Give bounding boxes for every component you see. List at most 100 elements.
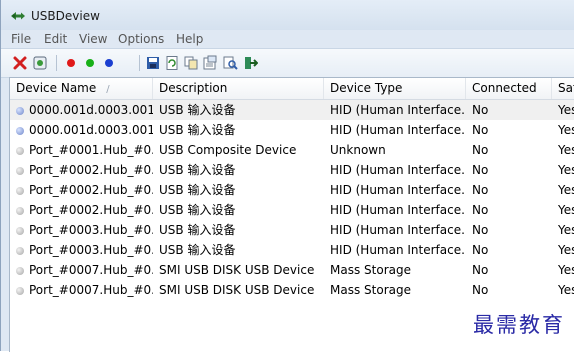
device-name-cell: 0000.001d.0003.001... — [10, 120, 153, 140]
connected-cell: No — [472, 123, 489, 137]
description-cell: USB 输入设备 — [159, 103, 236, 117]
safe-cell: Yes — [558, 263, 574, 277]
device-type-cell: Unknown — [330, 143, 386, 157]
table-row[interactable]: Port_#0007.Hub_#0... SMI USB DISK USB De… — [10, 260, 574, 280]
table-row[interactable]: 0000.001d.0003.001... USB 输入设备 HID (Huma… — [10, 100, 574, 120]
device-status-icon — [16, 267, 24, 275]
table-row[interactable]: Port_#0001.Hub_#0... USB Composite Devic… — [10, 140, 574, 160]
title-bar[interactable]: USBDeview — [1, 0, 574, 30]
refresh-icon[interactable] — [164, 55, 180, 71]
device-name: 0000.001d.0003.001... — [29, 123, 153, 137]
device-name: Port_#0002.Hub_#0... — [29, 203, 153, 217]
column-safe[interactable]: Safe — [552, 78, 574, 99]
safe-cell: Yes — [558, 243, 574, 257]
list-header: Device Name / Description Device Type Con… — [10, 78, 574, 100]
device-name-cell: Port_#0002.Hub_#0... — [10, 180, 153, 200]
menu-bar: File Edit View Options Help — [1, 30, 574, 48]
device-type-cell: HID (Human Interface... — [330, 103, 466, 117]
copy-icon[interactable] — [183, 55, 199, 71]
device-name: Port_#0003.Hub_#0... — [29, 223, 153, 237]
toolbar — [1, 48, 574, 78]
table-row[interactable]: Port_#0002.Hub_#0... USB 输入设备 HID (Human… — [10, 200, 574, 220]
description-cell: USB 输入设备 — [159, 203, 236, 217]
description-cell: USB Composite Device — [159, 143, 297, 157]
save-icon[interactable] — [145, 55, 161, 71]
html-report-icon[interactable] — [202, 55, 218, 71]
table-row[interactable]: 0000.001d.0003.001... USB 输入设备 HID (Huma… — [10, 120, 574, 140]
table-row[interactable]: Port_#0002.Hub_#0... USB 输入设备 HID (Human… — [10, 160, 574, 180]
device-name-cell: 0000.001d.0003.001... — [10, 100, 153, 120]
usb-app-icon — [10, 9, 26, 23]
device-name: Port_#0007.Hub_#0... — [29, 283, 153, 297]
properties-icon[interactable] — [32, 55, 48, 71]
device-name-cell: Port_#0002.Hub_#0... — [10, 160, 153, 180]
column-description[interactable]: Description — [153, 78, 324, 99]
safe-cell: Yes — [558, 203, 574, 217]
find-icon[interactable] — [222, 55, 238, 71]
safe-cell: Yes — [558, 143, 574, 157]
safe-cell: Yes — [558, 123, 574, 137]
device-name: Port_#0002.Hub_#0... — [29, 183, 153, 197]
device-type-cell: Mass Storage — [330, 283, 411, 297]
column-device-type[interactable]: Device Type — [324, 78, 466, 99]
description-cell: SMI USB DISK USB Device — [159, 283, 315, 297]
connected-cell: No — [472, 283, 489, 297]
description-cell: USB 输入设备 — [159, 243, 236, 257]
column-label: Connected — [472, 81, 537, 95]
device-status-icon — [16, 287, 24, 295]
column-label: Safe — [558, 81, 574, 95]
safe-cell: Yes — [558, 223, 574, 237]
table-row[interactable]: Port_#0003.Hub_#0... USB 输入设备 HID (Human… — [10, 240, 574, 260]
device-name: Port_#0003.Hub_#0... — [29, 243, 153, 257]
blue-dot-icon[interactable] — [101, 55, 117, 71]
menu-edit[interactable]: Edit — [44, 32, 67, 46]
device-type-cell: Mass Storage — [330, 263, 411, 277]
green-dot-icon[interactable] — [82, 55, 98, 71]
device-type-cell: HID (Human Interface... — [330, 183, 466, 197]
device-type-cell: HID (Human Interface... — [330, 243, 466, 257]
menu-view[interactable]: View — [79, 32, 107, 46]
delete-icon[interactable] — [12, 55, 28, 71]
safe-cell: Yes — [558, 103, 574, 117]
device-type-cell: HID (Human Interface... — [330, 123, 466, 137]
description-cell: USB 输入设备 — [159, 183, 236, 197]
device-name-cell: Port_#0007.Hub_#0... — [10, 280, 153, 300]
table-row[interactable]: Port_#0003.Hub_#0... USB 输入设备 HID (Human… — [10, 220, 574, 240]
connected-cell: No — [472, 163, 489, 177]
app-window: USBDeview File Edit View Options Help De… — [0, 0, 574, 352]
device-type-cell: HID (Human Interface... — [330, 203, 466, 217]
red-dot-icon[interactable] — [63, 55, 79, 71]
description-cell: USB 输入设备 — [159, 123, 236, 137]
menu-options[interactable]: Options — [118, 32, 164, 46]
table-row[interactable]: Port_#0007.Hub_#0... SMI USB DISK USB De… — [10, 280, 574, 300]
device-type-cell: HID (Human Interface... — [330, 163, 466, 177]
exit-icon[interactable] — [242, 55, 258, 71]
device-name: Port_#0001.Hub_#0... — [29, 143, 153, 157]
list-rows: 0000.001d.0003.001... USB 输入设备 HID (Huma… — [10, 100, 574, 300]
device-name: 0000.001d.0003.001... — [29, 103, 153, 117]
description-cell: USB 输入设备 — [159, 223, 236, 237]
menu-help[interactable]: Help — [176, 32, 203, 46]
device-status-icon — [16, 147, 24, 155]
description-cell: SMI USB DISK USB Device — [159, 263, 315, 277]
column-device-name[interactable]: Device Name / — [10, 78, 153, 99]
device-name-cell: Port_#0002.Hub_#0... — [10, 200, 153, 220]
device-status-icon — [16, 167, 24, 175]
watermark-text: 最需教育 — [473, 313, 565, 337]
column-label: Device Type — [330, 81, 403, 95]
menu-file[interactable]: File — [11, 32, 31, 46]
column-label: Device Name — [16, 81, 97, 95]
toolbar-separator — [56, 55, 57, 71]
column-label: Description — [159, 81, 228, 95]
connected-cell: No — [472, 203, 489, 217]
description-cell: USB 输入设备 — [159, 163, 236, 177]
column-connected[interactable]: Connected — [466, 78, 552, 99]
connected-cell: No — [472, 263, 489, 277]
window-title: USBDeview — [31, 9, 100, 23]
table-row[interactable]: Port_#0002.Hub_#0... USB 输入设备 HID (Human… — [10, 180, 574, 200]
device-status-icon — [16, 127, 24, 135]
connected-cell: No — [472, 223, 489, 237]
device-name-cell: Port_#0003.Hub_#0... — [10, 240, 153, 260]
device-name-cell: Port_#0007.Hub_#0... — [10, 260, 153, 280]
safe-cell: Yes — [558, 283, 574, 297]
